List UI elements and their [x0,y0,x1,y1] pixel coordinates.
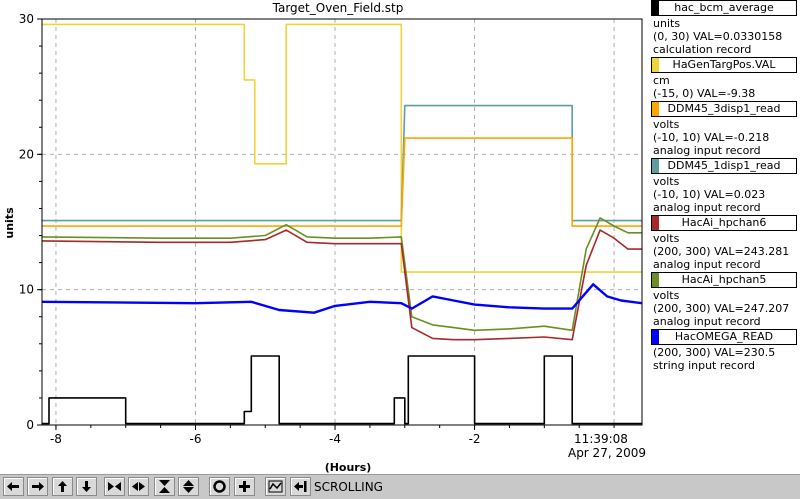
crosshair-icon [239,481,250,492]
back-to-start-button[interactable] [290,477,311,496]
series-line-HacOMEGA_READ [41,283,643,314]
series-line-DDM45_3disp1_read [42,137,642,227]
legend-detail-line: string input record [653,359,756,372]
legend-entry-HaGenTargPos.VAL[interactable]: HaGenTargPos.VAL [651,57,797,73]
grid-lines [42,18,642,425]
legend-swatch [652,1,659,15]
y-axis-label: units [3,207,16,239]
legend-name: DDM45_3disp1_read [667,102,781,115]
series-line-HacAi_hpchan6 [41,229,642,341]
legend-swatch [652,330,659,344]
legend-detail-line: cm [653,74,670,87]
series-line-HacAi_hpchan5 [41,217,642,332]
legend-detail-line: (200, 300) VAL=230.5 [653,346,776,359]
compress-vertical-button[interactable] [154,477,175,496]
legend-detail-line: volts [653,175,680,188]
series-line-DDM45_1disp1_read [42,104,642,222]
legend-entry-DDM45_3disp1_read[interactable]: DDM45_3disp1_read [651,101,797,117]
x-tick-label-0: -8 [50,432,62,446]
legend-name: HaGenTargPos.VAL [672,58,776,71]
scroll-down-icon [82,481,91,492]
graph-icon [268,480,283,493]
legend-detail-line: (-10, 10) VAL=-0.218 [653,131,770,144]
legend-detail-line: analog input record [653,258,761,271]
legend-swatch [652,216,659,230]
legend-swatch [652,273,659,287]
circle-icon [213,480,226,493]
legend-entry-DDM45_1disp1_read[interactable]: DDM45_1disp1_read [651,158,797,174]
legend-entry-HacAi_hpchan6[interactable]: HacAi_hpchan6 [651,215,797,231]
toolbar: SCROLLING [0,474,800,499]
scroll-right-button[interactable] [27,477,48,496]
legend-entry-HacOMEGA_READ[interactable]: HacOMEGA_READ [651,329,797,345]
legend-panel: hac_bcm_averageunits (0, 30) VAL=0.033015… [648,0,800,470]
graph-button[interactable] [265,477,286,496]
legend-detail-line: analog input record [653,315,761,328]
x-tick-label-3: -2 [469,432,481,446]
legend-entry-HacAi_hpchan5[interactable]: HacAi_hpchan5 [651,272,797,288]
scroll-right-icon [32,482,44,491]
x-tick-label-1: -6 [190,432,202,446]
strip-chart: -8 -6 -4 -2 0 10 20 30 Target_Oven_Field.stp un… [3,1,646,474]
legend-detail-line: (0, 30) VAL=0.0330158 [653,30,783,43]
compress-horizontal-button[interactable] [104,477,125,496]
y-tick-label-2: 20 [19,147,34,161]
axes: -8 -6 -4 -2 0 10 20 30 [19,12,643,446]
legend-detail-line: (200, 300) VAL=243.281 [653,245,790,258]
crosshair-button[interactable] [234,477,255,496]
legend-detail-line: volts [653,118,680,131]
legend-detail-line: (-10, 10) VAL=0.023 [653,188,766,201]
back-to-start-icon [294,481,307,492]
legend-detail-line: (200, 300) VAL=247.207 [653,302,790,315]
scroll-up-button[interactable] [52,477,73,496]
legend-detail-line: analog input record [653,144,761,157]
legend-name: hac_bcm_average [674,1,774,14]
scroll-left-icon [7,482,19,491]
expand-vertical-icon [183,480,194,493]
x-tick-label-2: -4 [329,432,341,446]
expand-horizontal-button[interactable] [128,477,149,496]
date-stamp: Apr 27, 2009 [568,446,646,460]
series-line-hac_bcm_average [42,355,642,425]
scroll-left-button[interactable] [3,477,24,496]
compress-vertical-icon [159,480,170,493]
legend-swatch [652,102,659,116]
compress-horizontal-icon [108,482,121,491]
y-tick-label-3: 30 [19,12,34,26]
y-tick-label-0: 0 [26,418,34,432]
legend-name: HacAi_hpchan5 [681,273,767,286]
x-axis-label: (Hours) [325,461,372,474]
scroll-up-icon [58,481,67,492]
legend-swatch [652,58,659,72]
expand-horizontal-icon [132,482,145,491]
legend-name: DDM45_1disp1_read [667,159,781,172]
legend-detail-line: units [653,17,681,30]
legend-entry-hac_bcm_average[interactable]: hac_bcm_average [651,0,797,16]
legend-detail-line: (-15, 0) VAL=-9.38 [653,87,756,100]
legend-detail-line: volts [653,232,680,245]
chart-title: Target_Oven_Field.stp [272,1,404,15]
series-lines [41,23,643,425]
legend-detail-line: analog input record [653,201,761,214]
legend-swatch [652,159,659,173]
scroll-down-button[interactable] [76,477,97,496]
legend-detail-line: volts [653,289,680,302]
legend-detail-line: calculation record [653,43,752,56]
plot-frame [41,18,643,426]
time-stamp: 11:39:08 [574,432,628,446]
legend-name: HacAi_hpchan6 [681,216,767,229]
mode-label: SCROLLING [314,480,383,494]
series-line-HaGenTargPos.VAL [42,23,642,273]
circle-button[interactable] [209,477,230,496]
expand-vertical-button[interactable] [178,477,199,496]
y-tick-label-1: 10 [19,283,34,297]
legend-name: HacOMEGA_READ [674,330,774,343]
